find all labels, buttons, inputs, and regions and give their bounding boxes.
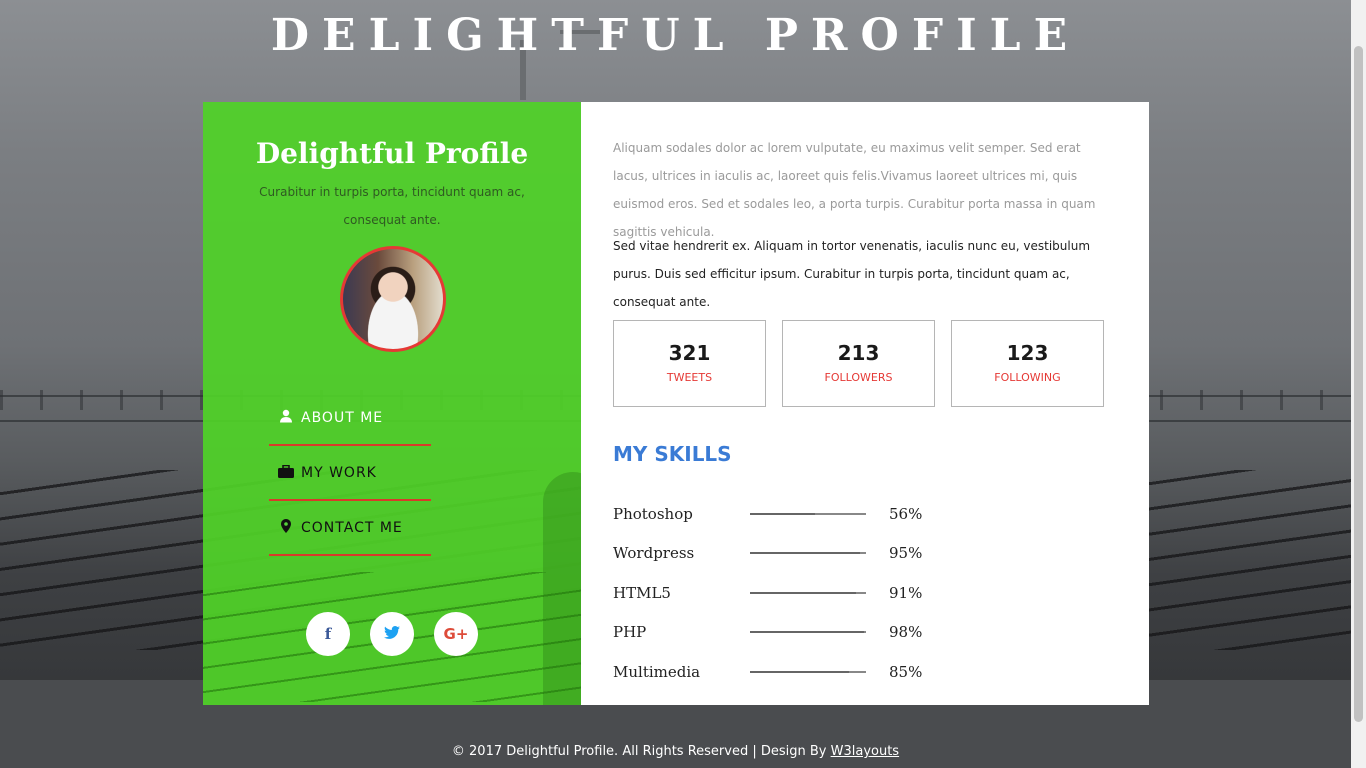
stat-value: 123 [1006,341,1049,365]
stat-following: 123 FOLLOWING [951,320,1104,407]
nav-item-about-me[interactable]: ABOUT ME [269,392,431,446]
footer: © 2017 Delightful Profile. All Rights Re… [0,744,1351,759]
skill-bar [750,552,866,555]
stat-followers: 213 FOLLOWERS [782,320,935,407]
about-paragraph-2: Sed vitae hendrerit ex. Aliquam in torto… [613,239,1091,309]
google-plus-icon: G+ [443,625,469,643]
skill-row: PHP 98% [613,613,1013,653]
skill-name: Photoshop [613,504,693,523]
profile-tagline: Curabitur in turpis porta, tincidunt qua… [259,185,525,227]
page-scrollbar[interactable] [1351,0,1366,768]
page-title: DELIGHTFUL PROFILE [270,10,1081,61]
briefcase-icon [271,464,301,482]
user-icon [271,409,301,427]
nav-item-contact-me[interactable]: CONTACT ME [269,502,431,556]
skill-bar [750,670,866,673]
profile-nav: ABOUT ME MY WORK CONTACT ME [269,392,431,557]
skill-row: Multimedia 85% [613,652,1013,692]
profile-details: Aliquam sodales dolor ac lorem vulputate… [581,102,1149,705]
skill-bar [750,591,866,594]
profile-sidebar: Delightful Profile Curabitur in turpis p… [203,102,581,705]
skill-percent: 91% [889,583,923,602]
twitter-button[interactable] [370,612,414,656]
footer-text: © 2017 Delightful Profile. All Rights Re… [451,744,831,759]
stat-value: 213 [837,341,880,365]
skill-percent: 56% [889,504,923,523]
skill-percent: 95% [889,544,923,563]
skill-name: Multimedia [613,662,701,681]
skill-row: Photoshop 56% [613,494,1013,534]
nav-item-label: ABOUT ME [301,410,384,426]
stat-label: FOLLOWING [994,371,1061,384]
facebook-icon: f [324,625,332,643]
stat-value: 321 [668,341,711,365]
footer-link-w3layouts[interactable]: W3layouts [831,744,899,759]
social-links: f G+ [306,612,478,656]
stat-label: FOLLOWERS [824,371,893,384]
skill-percent: 98% [889,623,923,642]
skill-row: HTML5 91% [613,573,1013,613]
skill-bar [750,631,866,634]
skill-name: HTML5 [613,583,671,602]
skill-name: PHP [613,623,647,642]
skill-name: Wordpress [613,544,695,563]
stats-row: 321 TWEETS 213 FOLLOWERS 123 FOLLOWING [613,320,1104,407]
nav-item-my-work[interactable]: MY WORK [269,447,431,501]
skill-percent: 85% [889,662,923,681]
skill-row: Wordpress 95% [613,534,1013,574]
facebook-button[interactable]: f [306,612,350,656]
map-marker-icon [271,519,301,537]
nav-item-label: MY WORK [301,465,377,481]
twitter-icon [384,625,400,643]
skills-list: Photoshop 56% Wordpress 95% HTML5 91% PH… [613,494,1013,692]
skill-bar [750,512,866,515]
nav-item-label: CONTACT ME [301,520,403,536]
stat-label: TWEETS [666,371,713,384]
about-paragraph-1: Aliquam sodales dolor ac lorem vulputate… [613,141,1096,239]
scrollbar-thumb[interactable] [1354,46,1363,722]
skills-heading: MY SKILLS [613,442,732,466]
profile-card: Delightful Profile Curabitur in turpis p… [203,102,1149,705]
profile-name: Delightful Profile [255,137,529,170]
avatar [340,246,446,352]
stat-tweets: 321 TWEETS [613,320,766,407]
google-plus-button[interactable]: G+ [434,612,478,656]
